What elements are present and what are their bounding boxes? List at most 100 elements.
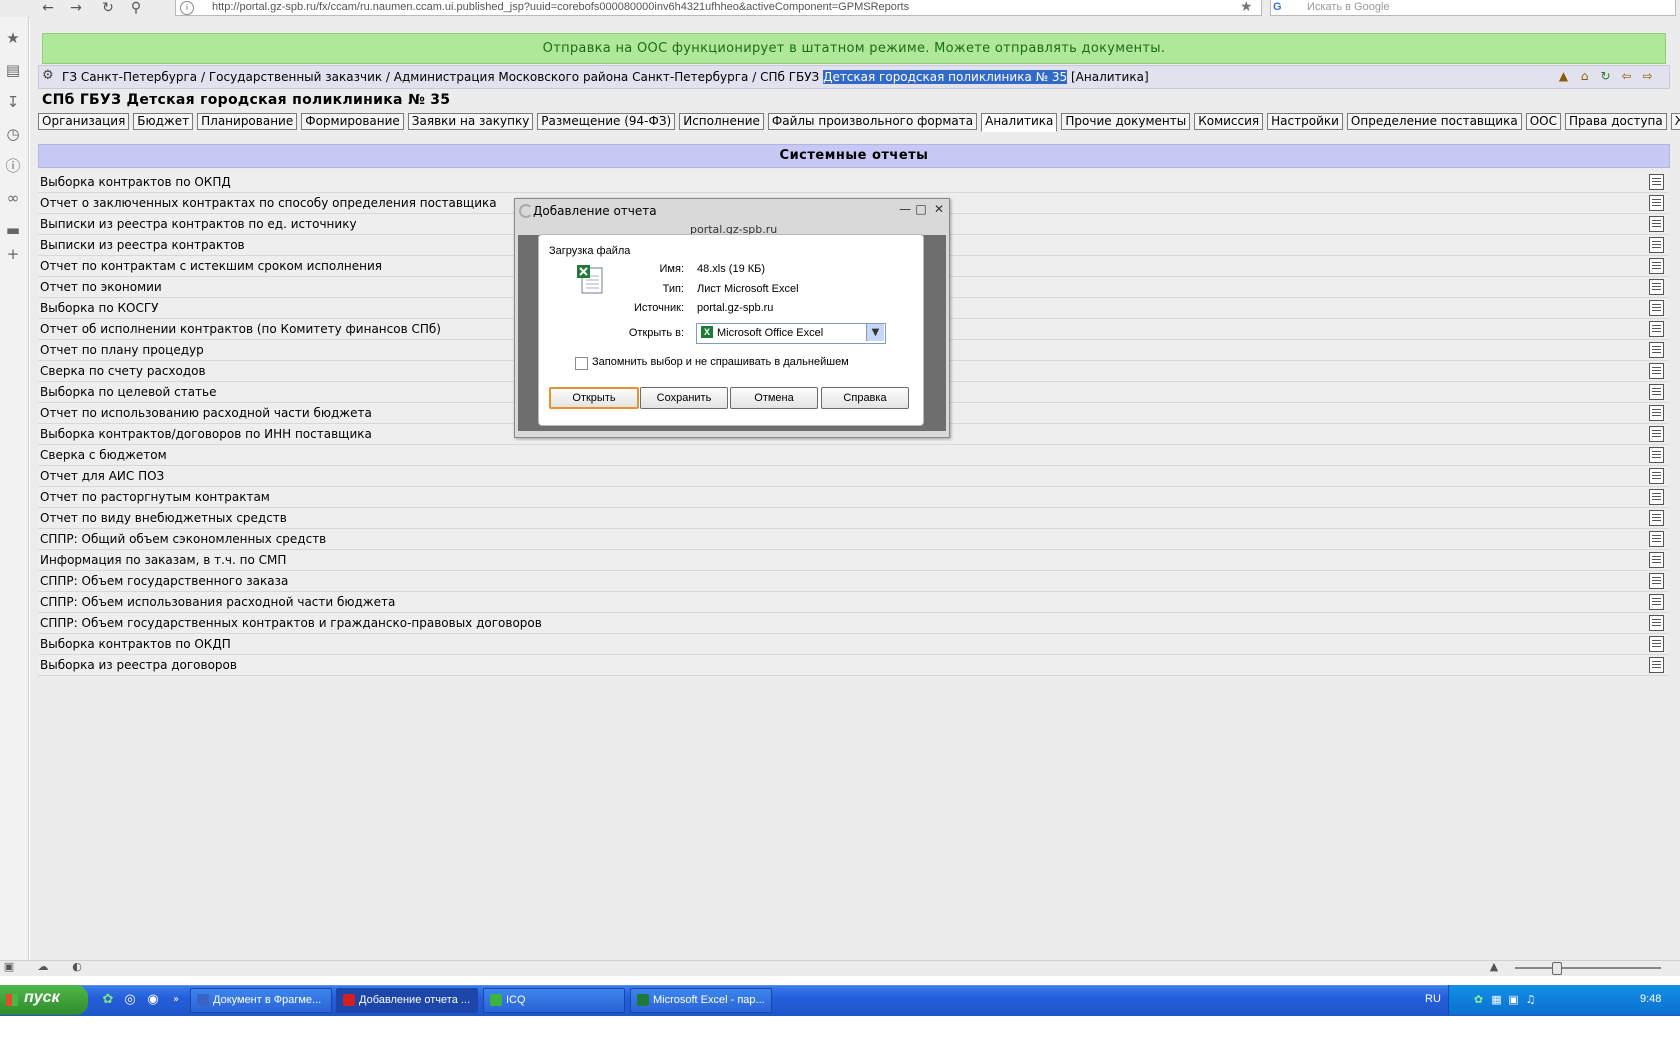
report-row[interactable]: СППР: Объем государственных контрактов и… xyxy=(38,613,1668,634)
report-link[interactable]: Отчет по контрактам с истекшим сроком ис… xyxy=(40,259,382,273)
tab-6[interactable]: Размещение (94-ФЗ) xyxy=(537,113,676,130)
link-icon[interactable]: ∞ xyxy=(4,189,22,207)
report-document-icon[interactable] xyxy=(1649,237,1664,253)
report-row[interactable]: Отчет по виду внебюджетных средств xyxy=(38,508,1668,529)
chrome-icon[interactable]: ◎ xyxy=(122,992,138,1008)
report-link[interactable]: Выписки из реестра контрактов по ед. ист… xyxy=(40,217,357,231)
info-icon[interactable]: ⓘ xyxy=(4,157,22,175)
report-document-icon[interactable] xyxy=(1649,258,1664,274)
google-icon[interactable]: G xyxy=(1273,1,1287,14)
favorites-star-icon[interactable]: ★ xyxy=(4,29,22,47)
report-document-icon[interactable] xyxy=(1649,342,1664,358)
ie-icon[interactable]: ◉ xyxy=(145,992,161,1008)
report-link[interactable]: Отчет по экономии xyxy=(40,280,162,294)
display-icon[interactable]: ▣ xyxy=(1507,993,1520,1006)
report-link[interactable]: Отчет о заключенных контрактах по способ… xyxy=(40,196,497,210)
search-placeholder[interactable]: Искать в Google xyxy=(1307,1,1390,13)
tab-4[interactable]: Формирование xyxy=(301,113,404,130)
report-document-icon[interactable] xyxy=(1649,426,1664,442)
breadcrumb-path[interactable]: ГЗ Санкт-Петербурга / Государственный за… xyxy=(62,70,823,84)
arrow-up-icon[interactable]: ▲ xyxy=(1487,961,1501,973)
tab-12[interactable]: Настройки xyxy=(1267,113,1343,130)
report-link[interactable]: СППР: Объем использования расходной част… xyxy=(40,595,395,609)
icq-quicklaunch-icon[interactable]: ✿ xyxy=(100,992,116,1008)
report-link[interactable]: Информация по заказам, в т.ч. по СМП xyxy=(40,553,286,567)
report-link[interactable]: Отчет по расторгнутым контрактам xyxy=(40,490,270,504)
report-document-icon[interactable] xyxy=(1649,594,1664,610)
report-row[interactable]: Отчет для АИС ПОЗ xyxy=(38,466,1668,487)
report-link[interactable]: Сверка по счету расходов xyxy=(40,364,206,378)
save-button[interactable]: Сохранить xyxy=(640,387,728,409)
close-icon[interactable]: ✕ xyxy=(932,202,946,216)
report-document-icon[interactable] xyxy=(1649,321,1664,337)
network-icon[interactable]: ▦ xyxy=(1490,993,1503,1006)
report-document-icon[interactable] xyxy=(1649,405,1664,421)
nav-back-icon[interactable]: ⇦ xyxy=(1618,68,1635,84)
report-row[interactable]: Выборка контрактов по ОКПД xyxy=(38,172,1668,193)
tab-7[interactable]: Исполнение xyxy=(679,113,764,130)
forward-icon[interactable]: → xyxy=(66,0,86,16)
chevron-down-icon[interactable]: ▼ xyxy=(866,324,884,341)
report-document-icon[interactable] xyxy=(1649,657,1664,673)
bookmark-star-icon[interactable]: ★ xyxy=(1240,0,1253,15)
notes-icon[interactable]: ▤ xyxy=(4,61,22,79)
remember-label[interactable]: Запомнить выбор и не спрашивать в дальне… xyxy=(592,356,849,368)
report-link[interactable]: СППР: Объем государственного заказа xyxy=(40,574,288,588)
tab-5[interactable]: Заявки на закупку xyxy=(407,113,534,130)
tab-14[interactable]: ООС xyxy=(1525,113,1561,130)
folder-icon[interactable]: ▲ xyxy=(1555,68,1572,84)
home-icon[interactable]: ⌂ xyxy=(1576,68,1593,84)
tab-9[interactable]: Аналитика xyxy=(981,113,1058,132)
report-link[interactable]: Выборка по целевой статье xyxy=(40,385,217,399)
report-link[interactable]: Выборка контрактов/договоров по ИНН пост… xyxy=(40,427,372,441)
back-icon[interactable]: ← xyxy=(38,0,58,16)
tab-8[interactable]: Файлы произвольного формата xyxy=(767,113,978,130)
tab-1[interactable]: Организация xyxy=(38,113,130,130)
report-row[interactable]: Информация по заказам, в т.ч. по СМП xyxy=(38,550,1668,571)
tab-11[interactable]: Комиссия xyxy=(1194,113,1264,130)
site-info-icon[interactable]: i xyxy=(180,1,194,15)
report-link[interactable]: Выборка контрактов по ОКДП xyxy=(40,637,231,651)
report-link[interactable]: Сверка с бюджетом xyxy=(40,448,167,462)
report-document-icon[interactable] xyxy=(1649,468,1664,484)
report-link[interactable]: Отчет по использованию расходной части б… xyxy=(40,406,372,420)
reload-icon[interactable]: ↻ xyxy=(98,0,118,16)
taskbar-task[interactable]: ICQ xyxy=(483,988,625,1013)
panel-icon[interactable]: ▬ xyxy=(4,221,22,239)
maximize-icon[interactable]: □ xyxy=(914,202,928,216)
tab-2[interactable]: Бюджет xyxy=(133,113,194,130)
report-link[interactable]: СППР: Общий объем сэкономленных средств xyxy=(40,532,326,546)
report-document-icon[interactable] xyxy=(1649,300,1664,316)
open-button[interactable]: Открыть xyxy=(549,387,639,409)
add-panel-icon[interactable]: + xyxy=(4,245,22,263)
key-icon[interactable]: ⚲ xyxy=(126,0,146,16)
report-link[interactable]: Отчет для АИС ПОЗ xyxy=(40,469,164,483)
report-link[interactable]: Выборка по КОСГУ xyxy=(40,301,158,315)
windows-logo-icon[interactable] xyxy=(6,994,18,1006)
report-document-icon[interactable] xyxy=(1649,363,1664,379)
report-document-icon[interactable] xyxy=(1649,510,1664,526)
zoom-slider-handle[interactable] xyxy=(1552,962,1562,975)
report-document-icon[interactable] xyxy=(1649,636,1664,652)
start-label[interactable]: пуск xyxy=(24,989,60,1007)
report-document-icon[interactable] xyxy=(1649,573,1664,589)
nav-forward-icon[interactable]: ⇨ xyxy=(1639,68,1656,84)
report-row[interactable]: СППР: Объем использования расходной част… xyxy=(38,592,1668,613)
cancel-button[interactable]: Отмена xyxy=(730,387,818,409)
report-row[interactable]: Выборка контрактов по ОКДП xyxy=(38,634,1668,655)
report-document-icon[interactable] xyxy=(1649,174,1664,190)
downloads-icon[interactable]: ↧ xyxy=(4,93,22,111)
cloud-icon[interactable]: ☁ xyxy=(36,961,50,973)
refresh-icon[interactable]: ↻ xyxy=(1597,68,1614,84)
language-indicator[interactable]: RU xyxy=(1425,993,1441,1005)
report-row[interactable]: СППР: Общий объем сэкономленных средств xyxy=(38,529,1668,550)
volume-icon[interactable]: ♫ xyxy=(1524,993,1537,1006)
report-row[interactable]: СППР: Объем государственного заказа xyxy=(38,571,1668,592)
taskbar-task[interactable]: Microsoft Excel - пар... xyxy=(630,988,772,1013)
report-link[interactable]: Выборка из реестра договоров xyxy=(40,658,237,672)
speed-dial-icon[interactable]: ◐ xyxy=(70,961,84,973)
report-link[interactable]: Отчет по плану процедур xyxy=(40,343,204,357)
report-document-icon[interactable] xyxy=(1649,216,1664,232)
report-document-icon[interactable] xyxy=(1649,552,1664,568)
address-text[interactable]: http://portal.gz-spb.ru/fx/ccam/ru.naume… xyxy=(212,1,909,13)
